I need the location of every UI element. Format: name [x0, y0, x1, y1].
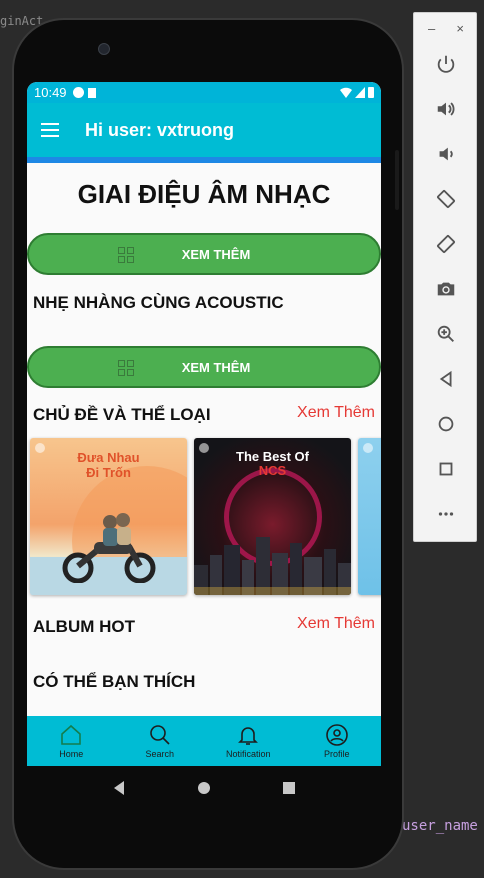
page-title: GIAI ĐIỆU ÂM NHẠC: [77, 179, 331, 209]
see-more-button-2[interactable]: XEM THÊM: [27, 346, 381, 388]
volume-down-button[interactable]: [414, 131, 478, 176]
more-button[interactable]: [414, 491, 478, 536]
rotate-left-icon: [437, 189, 455, 208]
home-icon: [61, 724, 82, 745]
overview-icon: [439, 462, 453, 475]
status-time: 10:49: [34, 85, 67, 100]
screenshot-button[interactable]: [414, 266, 478, 311]
status-app-icon: [72, 87, 84, 98]
system-back-icon[interactable]: [112, 780, 126, 796]
front-camera: [98, 43, 110, 55]
status-sd-icon: [87, 87, 96, 98]
home-circle-icon: [438, 416, 454, 431]
nav-home-label: Home: [59, 749, 84, 759]
section-album-title: ALBUM HOT: [33, 617, 135, 636]
volume-up-icon: [437, 101, 455, 116]
see-more-button-1-label: XEM THÊM: [181, 246, 251, 262]
topics-see-more-link[interactable]: Xem Thêm: [297, 404, 375, 422]
app-bar-title: Hi user: vxtruong: [85, 119, 235, 140]
power-icon: [437, 55, 455, 73]
see-more-button-1[interactable]: XEM THÊM: [27, 233, 381, 275]
ide-code-fragment: user_name: [402, 818, 478, 834]
app-screen: 10:49 Hi user: vxtruong GIAI ĐIỆU ÂM NHẠ…: [27, 82, 381, 766]
home-button[interactable]: [414, 401, 478, 446]
back-icon: [439, 370, 452, 387]
volume-up-button[interactable]: [414, 86, 478, 131]
system-navigation-bar: [27, 768, 381, 808]
section-topics-title: CHỦ ĐỀ VÀ THỂ LOẠI: [33, 405, 211, 424]
volume-down-icon: [439, 147, 453, 160]
signal-icon: [355, 87, 365, 98]
menu-icon[interactable]: [41, 123, 59, 137]
bottom-navigation: Home Search Notification Profile: [27, 716, 381, 766]
city-illustration: [194, 537, 351, 595]
battery-icon: [368, 87, 374, 98]
power-button[interactable]: [414, 41, 478, 86]
zoom-icon: [437, 325, 454, 342]
nav-profile-label: Profile: [323, 749, 350, 759]
back-button[interactable]: [414, 356, 478, 401]
bell-icon: [238, 727, 259, 745]
section-suggest-title: CÓ THỂ BẠN THÍCH: [33, 672, 196, 691]
user-icon: [325, 724, 348, 746]
rotate-right-icon: [437, 234, 455, 253]
phone-side-button: [395, 150, 399, 210]
topic-card[interactable]: The Best Of NCS: [194, 438, 351, 595]
close-button[interactable]: ×: [456, 21, 464, 41]
section-acoustic-title: NHẸ NHÀNG CÙNG ACOUSTIC: [33, 293, 284, 312]
topic-cards-list: Đưa Nhau Đi Trốn The Best Of NCS: [30, 438, 381, 598]
system-home-icon[interactable]: [197, 781, 211, 795]
rotate-right-button[interactable]: [414, 221, 478, 266]
nav-notification[interactable]: Notification: [204, 716, 293, 766]
rotate-left-button[interactable]: [414, 176, 478, 221]
minimize-button[interactable]: –: [428, 21, 435, 41]
overview-button[interactable]: [414, 446, 478, 491]
card-title: Đưa Nhau Đi Trốn: [77, 450, 140, 480]
emulator-toolbar: – ×: [413, 12, 477, 542]
nav-search-label: Search: [145, 749, 175, 759]
nav-search[interactable]: Search: [116, 716, 205, 766]
app-bar: Hi user: vxtruong: [27, 103, 381, 157]
zoom-button[interactable]: [414, 311, 478, 356]
album-see-more-link[interactable]: Xem Thêm: [297, 615, 375, 633]
nav-home[interactable]: Home: [27, 716, 116, 766]
wifi-icon: [340, 87, 352, 98]
topic-card[interactable]: Đưa Nhau Đi Trốn: [30, 438, 187, 595]
nav-notification-label: Notification: [225, 749, 271, 759]
search-icon: [149, 725, 170, 745]
status-bar: 10:49: [27, 82, 381, 103]
main-content: GIAI ĐIỆU ÂM NHẠC XEM THÊM NHẸ NHÀNG CÙN…: [27, 163, 381, 715]
more-icon: [438, 511, 454, 516]
card-title: The Best Of NCS: [236, 449, 309, 478]
see-more-button-2-label: XEM THÊM: [181, 359, 251, 375]
motorbike-illustration: [62, 513, 156, 583]
camera-icon: [437, 282, 455, 295]
nav-profile[interactable]: Profile: [293, 716, 382, 766]
system-overview-icon[interactable]: [282, 781, 296, 795]
topic-card[interactable]: [358, 438, 381, 595]
